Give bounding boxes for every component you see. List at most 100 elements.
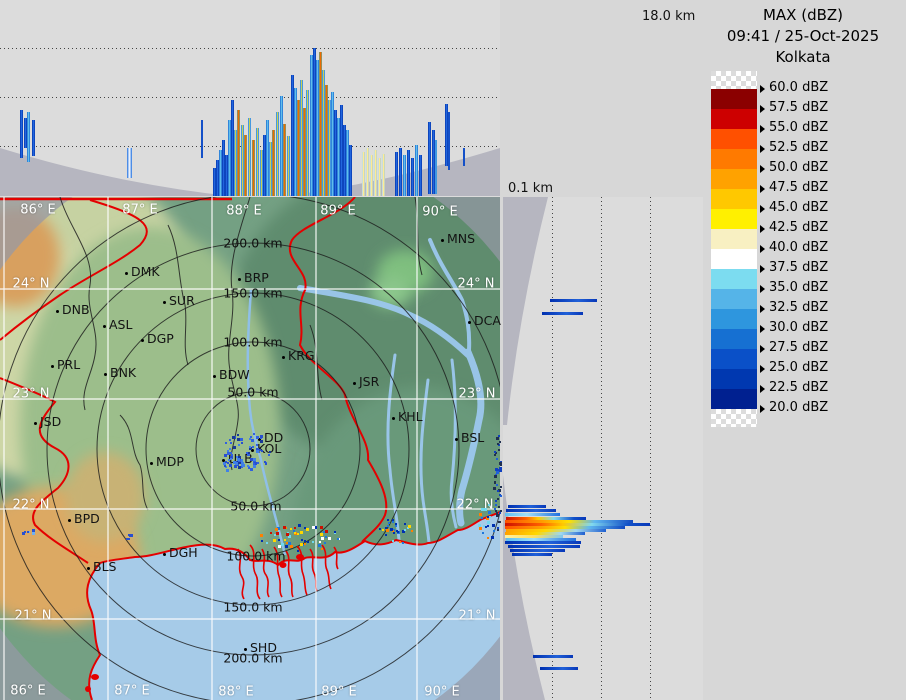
dbz-scale-label: 50.0 dBZ [769, 160, 829, 175]
radar-app-window: { "header": { "product": "MAX (dBZ)", "d… [0, 0, 906, 700]
echo-bar [510, 549, 565, 552]
dbz-scale-label: 35.0 dBZ [769, 280, 829, 295]
dbz-band [711, 409, 757, 427]
echo-bar [403, 155, 406, 196]
dbz-band [711, 269, 757, 289]
dbz-color-scale: 60.0 dBZ 57.5 dBZ 55.0 dBZ 52.5 dBZ 50.0 dBZ… [700, 0, 906, 460]
echo-bar [550, 299, 597, 302]
radar-echo-speck [500, 461, 502, 463]
dbz-scale-label: 60.0 dBZ [769, 80, 829, 95]
radar-echo-speck [500, 463, 502, 465]
top-height-profile-panel[interactable] [0, 0, 500, 197]
dbz-band [711, 209, 757, 229]
dbz-band [711, 229, 757, 249]
legend-tick-arrow [760, 225, 765, 233]
height-axis-max-label: 18.0 km [642, 9, 696, 24]
dbz-scale-label: 57.5 dBZ [769, 100, 829, 115]
dbz-scale-label: 40.0 dBZ [769, 240, 829, 255]
echo-bar [505, 513, 560, 516]
dbz-scale-label: 45.0 dBZ [769, 200, 829, 215]
legend-tick-arrow [760, 265, 765, 273]
echo-bar [276, 112, 279, 196]
echo-bar [287, 136, 290, 196]
dbz-scale-label: 47.5 dBZ [769, 180, 829, 195]
echo-bar [415, 145, 418, 196]
dbz-band [711, 149, 757, 169]
echo-bar [395, 152, 398, 196]
echo-bar [252, 140, 255, 196]
echo-bar [411, 158, 414, 196]
echo-bar [127, 148, 132, 178]
dbz-band [711, 249, 757, 269]
echo-bar [508, 545, 580, 548]
radar-echo-speck [500, 486, 502, 488]
dbz-scale-label: 37.5 dBZ [769, 260, 829, 275]
echo-bar [349, 145, 352, 196]
echo-bar [419, 155, 422, 196]
echo-bar [542, 312, 583, 315]
echo-bar [201, 120, 203, 158]
echo-bar [428, 122, 431, 194]
echo-bar [435, 140, 437, 194]
dbz-band [711, 89, 757, 109]
legend-tick-arrow [760, 185, 765, 193]
top-profile-echoes [0, 0, 500, 197]
echo-bar [32, 120, 35, 156]
legend-tick-arrow [760, 325, 765, 333]
echo-bar [508, 505, 546, 508]
legend-tick-arrow [760, 285, 765, 293]
legend-tick-arrow [760, 305, 765, 313]
legend-tick-arrow [760, 245, 765, 253]
echo-bar [272, 130, 275, 196]
dbz-scale-label: 27.5 dBZ [769, 340, 829, 355]
dbz-scale-label: 30.0 dBZ [769, 320, 829, 335]
radar-echo-speck [500, 467, 502, 469]
echo-bar [463, 148, 465, 166]
dbz-band [711, 289, 757, 309]
echo-bar [20, 110, 23, 158]
legend-tick-arrow [760, 345, 765, 353]
side-profile-echoes [503, 197, 703, 700]
legend-tick-arrow [760, 365, 765, 373]
echo-bar [362, 152, 365, 196]
dbz-band [711, 369, 757, 389]
base-map [0, 197, 500, 700]
radar-echo-speck [500, 510, 502, 512]
echo-bar [407, 150, 410, 196]
echo-bar [374, 150, 377, 196]
dbz-scale-label: 22.5 dBZ [769, 380, 829, 395]
echo-bar [505, 541, 581, 544]
dbz-scale-label: 20.0 dBZ [769, 400, 829, 415]
legend-tick-arrow [760, 125, 765, 133]
legend-panel: MAX (dBZ) 09:41 / 25-Oct-2025 Kolkata 60… [700, 0, 906, 700]
side-height-profile-panel[interactable] [503, 197, 703, 700]
legend-tick-arrow [760, 405, 765, 413]
echo-bar [244, 135, 247, 196]
echo-bar [366, 148, 369, 196]
echo-bar [540, 667, 578, 670]
dbz-scale-label: 32.5 dBZ [769, 300, 829, 315]
echo-bar [512, 553, 552, 556]
dbz-scale-label: 42.5 dBZ [769, 220, 829, 235]
echo-bar [533, 655, 573, 658]
echo-bar [283, 124, 286, 196]
echo-bar [448, 112, 450, 170]
dbz-band [711, 389, 757, 409]
dbz-band-transparent [711, 71, 757, 89]
dbz-band [711, 309, 757, 329]
dbz-scale-label: 52.5 dBZ [769, 140, 829, 155]
radar-map-panel[interactable] [0, 197, 500, 700]
dbz-band [711, 329, 757, 349]
height-axis-min-label: 0.1 km [508, 181, 553, 196]
legend-tick-arrow [760, 145, 765, 153]
echo-bar [256, 128, 259, 196]
radar-echo-speck [500, 464, 502, 466]
legend-tick-arrow [760, 165, 765, 173]
echo-bar [237, 110, 240, 196]
dbz-band [711, 189, 757, 209]
legend-tick-arrow [760, 105, 765, 113]
echo-bar [378, 158, 381, 196]
echo-bar [27, 112, 30, 162]
echo-bar [399, 148, 402, 196]
legend-tick-arrow [760, 85, 765, 93]
